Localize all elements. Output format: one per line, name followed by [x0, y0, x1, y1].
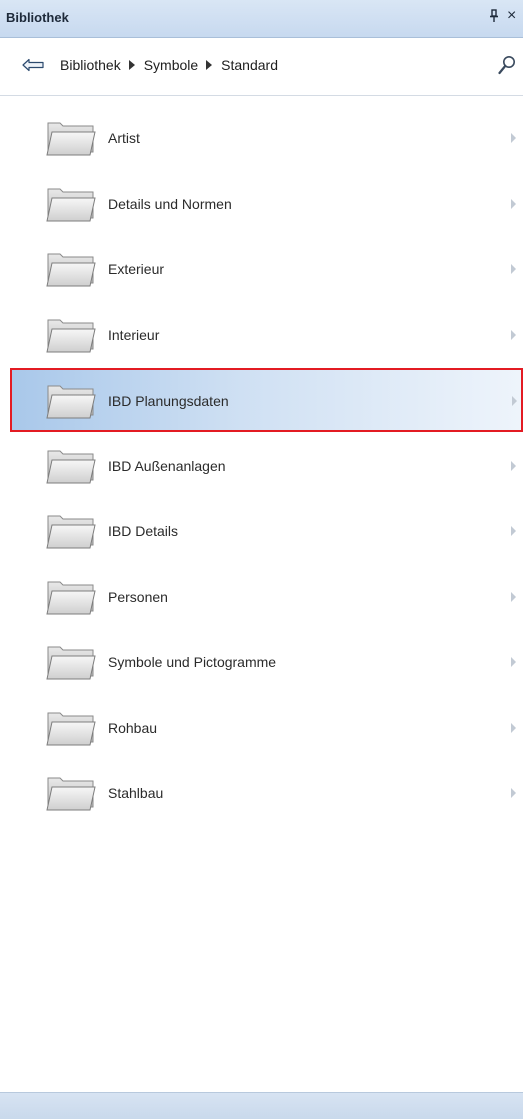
folder-label: IBD Details	[108, 523, 179, 539]
folder-icon	[46, 188, 96, 221]
chevron-right-icon	[511, 657, 516, 667]
chevron-right-icon	[511, 526, 516, 536]
folder-label: Interieur	[108, 326, 160, 343]
folder-label: Exterieur	[108, 261, 165, 277]
folder-icon	[46, 777, 96, 811]
chevron-right-icon	[511, 264, 516, 274]
folder-row[interactable]: Artist	[11, 106, 523, 170]
folder-row[interactable]: IBD Details	[11, 499, 523, 563]
navigation-bar: Bibliothek Symbole Standard	[0, 38, 523, 96]
folder-row[interactable]: Rohbau	[11, 696, 523, 760]
back-arrow-icon[interactable]	[22, 58, 44, 72]
folder-icon	[46, 122, 96, 156]
folder-label: Artist	[108, 130, 140, 146]
folder-row[interactable]: Exterieur	[11, 237, 523, 301]
folder-row[interactable]: Stahlbau	[11, 761, 523, 825]
folder-icon	[46, 646, 96, 680]
panel-title: Bibliothek	[6, 10, 69, 25]
folder-icon	[46, 515, 96, 549]
chevron-right-icon	[511, 591, 516, 602]
folder-icon	[46, 581, 96, 614]
folder-label: IBD Planungsdaten	[108, 393, 229, 409]
chevron-right-icon	[511, 722, 516, 733]
breadcrumb-item-bibliothek[interactable]: Bibliothek	[60, 57, 121, 73]
folder-label: Stahlbau	[108, 785, 164, 801]
breadcrumb-separator-icon	[128, 60, 135, 70]
folder-label: Personen	[108, 588, 168, 605]
chevron-right-icon	[511, 329, 516, 340]
folder-icon	[46, 385, 96, 419]
chevron-right-icon	[511, 460, 516, 471]
chevron-right-icon	[511, 198, 516, 209]
folder-label: Details und Normen	[108, 195, 232, 212]
close-icon[interactable]: ×	[507, 8, 519, 24]
search-icon[interactable]	[498, 55, 516, 75]
folder-row[interactable]: IBD Planungsdaten	[10, 368, 523, 432]
folder-row[interactable]: Details und Normen	[11, 172, 523, 236]
breadcrumb-separator-icon	[206, 60, 213, 70]
breadcrumb-item-standard[interactable]: Standard	[221, 57, 278, 73]
folder-icon	[46, 712, 96, 745]
folder-label: Symbole und Pictogramme	[108, 654, 277, 670]
panel-titlebar: Bibliothek ×	[0, 0, 523, 38]
status-bar	[0, 1092, 523, 1119]
chevron-right-icon	[511, 788, 516, 798]
folder-icon	[46, 319, 96, 352]
breadcrumb-item-symbole[interactable]: Symbole	[144, 57, 198, 73]
folder-row[interactable]: Symbole und Pictogramme	[11, 630, 523, 694]
folder-row[interactable]: Interieur	[11, 303, 523, 367]
folder-icon	[46, 450, 96, 483]
folder-label: IBD Außenanlagen	[108, 457, 226, 474]
folder-row[interactable]: Personen	[11, 565, 523, 629]
breadcrumb: Bibliothek Symbole Standard	[60, 57, 278, 73]
chevron-right-icon	[512, 396, 517, 406]
chevron-right-icon	[511, 133, 516, 143]
folder-icon	[46, 253, 96, 287]
folder-label: Rohbau	[108, 719, 158, 736]
pin-icon[interactable]	[489, 9, 499, 23]
folder-row[interactable]: IBD Außenanlagen	[11, 434, 523, 498]
